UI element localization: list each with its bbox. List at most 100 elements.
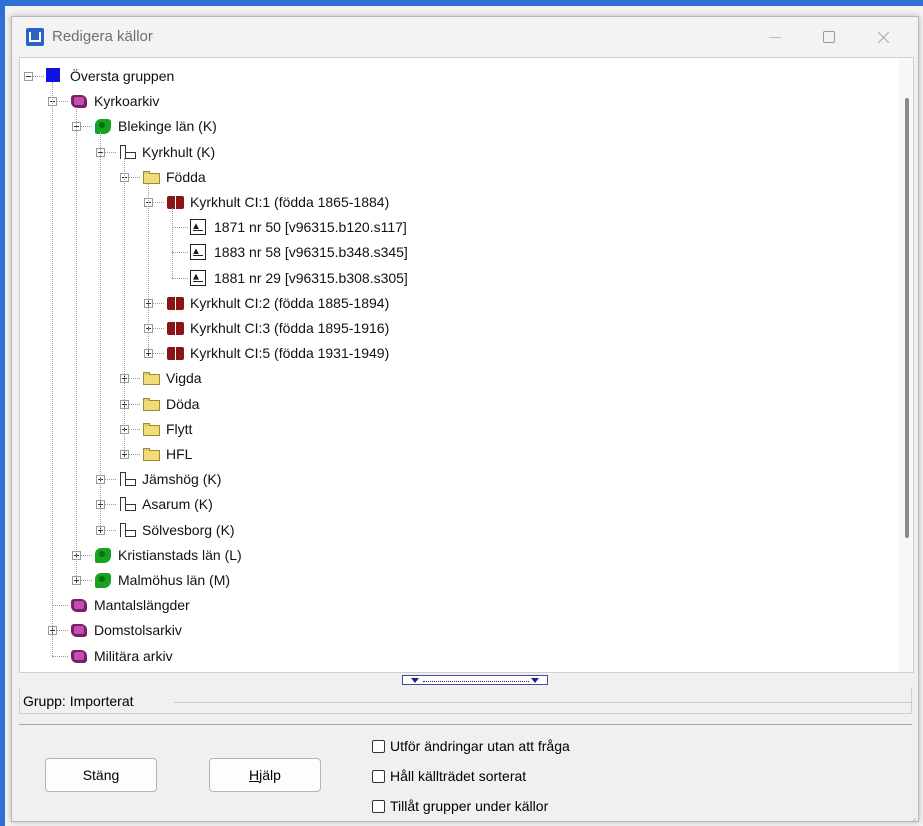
tree-node[interactable]: Militära arkiv	[20, 644, 890, 668]
checkbox-keep-tree-sorted[interactable]	[372, 769, 385, 783]
tree-node-label: Kyrkoarkiv	[94, 93, 160, 110]
tree-node-label: Vigda	[166, 370, 202, 387]
option-allow-groups-under-sources[interactable]: Tillåt grupper under källor	[372, 795, 548, 817]
tree-node-label: Blekinge län (K)	[118, 118, 217, 135]
tree-node[interactable]: Jämshög (K)	[20, 467, 890, 491]
help-accelerator: H	[249, 767, 260, 783]
tree-node[interactable]: Flytt	[20, 417, 890, 441]
church-icon	[118, 471, 136, 487]
tree-node[interactable]: Mantalslängder	[20, 593, 890, 617]
region-icon	[94, 572, 112, 588]
minimize-button[interactable]	[752, 21, 798, 53]
group-square-icon	[46, 68, 60, 82]
tree-node-label: Kyrkhult CI:3 (födda 1895-1916)	[190, 320, 390, 336]
help-label: jälp	[259, 767, 281, 783]
splitter-grip	[423, 681, 529, 682]
archive-icon	[70, 93, 88, 109]
folder-icon	[142, 446, 160, 462]
tree-guide-line	[124, 157, 125, 454]
document-icon	[190, 219, 206, 236]
collapse-icon[interactable]	[24, 72, 33, 81]
book-icon	[166, 345, 184, 361]
tree-node-label: Födda	[166, 168, 206, 185]
tree-connector	[172, 252, 188, 254]
tree-node[interactable]: 1871 nr 50 [v96315.b120.s117]	[20, 215, 890, 239]
option-keep-tree-sorted[interactable]: Håll källträdet sorterat	[372, 765, 526, 787]
tree-node[interactable]: HFL	[20, 442, 890, 466]
tree-node-label: Asarum (K)	[142, 496, 213, 513]
church-icon	[118, 496, 136, 512]
tree-connector	[172, 227, 188, 229]
tree-node-label: Kyrkhult (K)	[142, 143, 216, 160]
folder-icon	[142, 396, 160, 412]
window-title: Redigera källor	[52, 28, 153, 45]
tree-node[interactable]: Kyrkhult CI:2 (födda 1885-1894)	[20, 291, 890, 315]
tree-node[interactable]: Kyrkhult CI:3 (födda 1895-1916)	[20, 316, 890, 340]
tree-node[interactable]: Kyrkhult (K)	[20, 140, 890, 164]
tree-connector	[52, 605, 68, 607]
tree-node[interactable]: Malmöhus län (M)	[20, 568, 890, 592]
tree-node-label: Sölvesborg (K)	[142, 521, 235, 538]
tree-node[interactable]: Sölvesborg (K)	[20, 518, 890, 542]
tree-node[interactable]: Vigda	[20, 366, 890, 390]
archive-icon	[70, 597, 88, 613]
book-icon	[166, 194, 184, 210]
tree-node[interactable]: Översta gruppen	[20, 64, 890, 88]
archive-icon	[70, 622, 88, 638]
title-bar[interactable]: Redigera källor	[12, 17, 918, 57]
tree-guide-line	[52, 82, 53, 656]
tree-node[interactable]: 1881 nr 29 [v96315.b308.s305]	[20, 266, 890, 290]
group-status-label: Grupp: Importerat	[23, 693, 134, 709]
folder-icon	[142, 421, 160, 437]
document-icon	[190, 269, 206, 286]
scrollbar-thumb[interactable]	[905, 98, 909, 538]
tree-node-label: Militära arkiv	[94, 647, 173, 664]
tree-connector	[52, 655, 68, 657]
tree-node[interactable]: Kyrkoarkiv	[20, 89, 890, 113]
pane-splitter-handle[interactable]	[402, 675, 548, 685]
tree-node-label: Malmöhus län (M)	[118, 572, 231, 588]
tree-node[interactable]: Kyrkhult CI:5 (födda 1931-1949)	[20, 341, 890, 365]
tree-node-label: Kyrkhult CI:1 (födda 1865-1884)	[190, 194, 390, 210]
tree-connector	[172, 277, 188, 279]
tree-node[interactable]: Asarum (K)	[20, 492, 890, 516]
source-tree[interactable]: Översta gruppen Kyrkoarkiv Blekinge län (K…	[19, 57, 914, 673]
region-icon	[94, 118, 112, 135]
tree-node-label: Mantalslängder	[94, 597, 190, 614]
help-button[interactable]: Hjälp	[209, 758, 321, 792]
tree-guide-line	[100, 132, 101, 530]
tree-scrollbar[interactable]	[899, 58, 913, 672]
close-window-button[interactable]	[860, 21, 906, 53]
tree-node[interactable]: Blekinge län (K)	[20, 114, 890, 138]
tree-node[interactable]: Döda	[20, 392, 890, 416]
tree-guide-line	[172, 208, 173, 278]
tree-node-label: Flytt	[166, 420, 193, 437]
close-button[interactable]: Stäng	[45, 758, 157, 792]
tree-guide-line	[148, 182, 149, 354]
tree-node-label: Jämshög (K)	[142, 471, 222, 488]
folder-icon	[142, 370, 160, 386]
checkbox-allow-groups-under-sources[interactable]	[372, 799, 385, 813]
group-divider	[174, 702, 912, 703]
separator	[19, 724, 912, 725]
church-icon	[118, 144, 136, 160]
option-label: Utför ändringar utan att fråga	[390, 738, 570, 754]
option-apply-without-asking[interactable]: Utför ändringar utan att fråga	[372, 735, 570, 757]
option-label: Tillåt grupper under källor	[390, 798, 549, 814]
tree-node[interactable]: 1883 nr 58 [v96315.b348.s345]	[20, 240, 890, 264]
tree-node-label: Översta gruppen	[70, 68, 175, 84]
resize-grip-icon[interactable]	[904, 807, 916, 819]
tree-node-label: 1883 nr 58 [v96315.b348.s345]	[214, 244, 408, 261]
tree-node[interactable]: Födda	[20, 165, 890, 189]
tree-node[interactable]: Domstolsarkiv	[20, 618, 890, 642]
tree-node[interactable]: Kristianstads län (L)	[20, 543, 890, 567]
maximize-button[interactable]	[806, 21, 852, 53]
book-icon	[166, 295, 184, 311]
tree-node-label: Domstolsarkiv	[94, 622, 182, 639]
tree-node[interactable]: Kyrkhult CI:1 (födda 1865-1884)	[20, 190, 890, 214]
option-label: Håll källträdet sorterat	[390, 768, 527, 784]
checkbox-apply-without-asking[interactable]	[372, 739, 385, 753]
tree-node-label: 1871 nr 50 [v96315.b120.s117]	[214, 219, 407, 236]
archive-icon	[70, 648, 88, 664]
document-icon	[190, 244, 206, 261]
